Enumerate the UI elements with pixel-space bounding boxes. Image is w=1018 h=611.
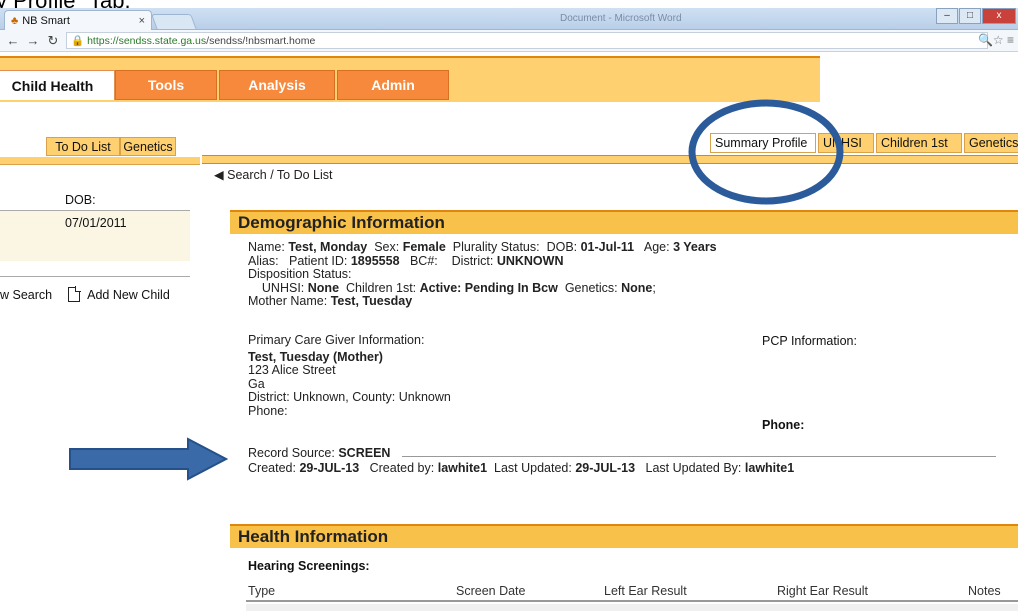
pcg-label: Primary Care Giver Information: <box>248 333 425 347</box>
pcp-label: PCP Information: <box>762 334 857 348</box>
search-link[interactable]: w Search <box>0 288 52 302</box>
genetics-value: None <box>621 280 653 295</box>
document-icon <box>68 286 82 302</box>
sex-label: Sex: <box>374 240 400 254</box>
tab-admin[interactable]: Admin <box>337 70 449 100</box>
unhsi-value: None <box>307 280 340 295</box>
genetics-label: Genetics: <box>564 280 618 295</box>
hearing-screenings-title: Hearing Screenings: <box>248 559 370 573</box>
tab-analysis[interactable]: Analysis <box>219 70 335 100</box>
age-label: Age: <box>643 240 670 254</box>
minimize-button[interactable]: – <box>936 8 958 24</box>
created-by-value: lawhite1 <box>437 460 488 475</box>
district-label: District: <box>451 253 494 268</box>
record-source-label: Record Source: <box>248 446 335 460</box>
patient-id-label: Patient ID: <box>289 253 348 268</box>
col-header-left-ear[interactable]: Left Ear Result <box>604 584 687 598</box>
mother-value: Test, Tuesday <box>330 294 413 308</box>
pcg-state: Ga <box>248 376 265 391</box>
nbsmart-favicon-icon: ♣ <box>11 14 19 27</box>
patient-actions: w Search Add New Child <box>0 286 170 302</box>
created-label: Created: <box>248 460 296 475</box>
record-block: Record Source: SCREEN Created: 29-JUL-13… <box>248 446 795 475</box>
dob-label: DOB: <box>546 240 578 254</box>
updated-value: 29-JUL-13 <box>575 460 636 475</box>
table-header-rule <box>246 600 1018 602</box>
pcg-district: District: Unknown, County: Unknown <box>248 390 451 404</box>
updated-by-value: lawhite1 <box>744 460 795 475</box>
district-value: UNKNOWN <box>496 253 564 268</box>
bc-label: BC#: <box>409 253 438 268</box>
alias-label: Alias: <box>248 253 279 268</box>
children1st-label: Children 1st: <box>345 280 417 295</box>
sex-value: Female <box>402 240 446 254</box>
subtab-to-do-list[interactable]: To Do List <box>46 137 120 156</box>
new-tab-button[interactable] <box>151 14 197 30</box>
mother-label: Mother Name: <box>248 294 328 308</box>
dob-value: 01-Jul-11 <box>580 240 635 254</box>
name-value: Test, Monday <box>288 240 368 254</box>
record-source-value: SCREEN <box>338 446 391 460</box>
forward-arrow-icon[interactable]: → <box>26 33 40 48</box>
window-controls: – □ x <box>935 8 1016 24</box>
tab-close-icon[interactable]: × <box>139 15 145 27</box>
record-divider <box>402 456 996 457</box>
pcp-phone-label: Phone: <box>762 418 805 432</box>
url-field[interactable]: 🔒 https://sendss.state.ga.us/sendss/!nbs… <box>66 32 988 49</box>
caregiver-block: Primary Care Giver Information: Test, Tu… <box>248 333 451 418</box>
tab-tools[interactable]: Tools <box>115 70 217 100</box>
demographic-header: Demographic Information <box>230 210 1018 234</box>
divider <box>0 276 190 277</box>
subtab-genetics[interactable]: Genetics <box>120 137 176 156</box>
browser-titlebar: ♣ NB Smart × Document - Microsoft Word –… <box>0 8 1018 30</box>
col-header-notes[interactable]: Notes <box>968 584 1001 598</box>
browser-tab[interactable]: ♣ NB Smart × <box>4 10 152 30</box>
updated-by-label: Last Updated By: <box>645 460 742 475</box>
address-bar: ← → ↻ 🔒 https://sendss.state.ga.us/sends… <box>0 30 1018 52</box>
lock-icon: 🔒 <box>71 35 85 47</box>
plurality-label: Plurality Status: <box>452 240 540 254</box>
back-arrow-icon[interactable]: ← <box>6 33 20 48</box>
annotation-ellipse-icon <box>688 99 844 205</box>
created-by-label: Created by: <box>369 460 435 475</box>
disposition-label: Disposition Status: <box>248 267 352 281</box>
pcg-street: 123 Alice Street <box>248 363 336 377</box>
breadcrumb-text[interactable]: Search / To Do List <box>227 168 332 182</box>
background-window-title: Document - Microsoft Word <box>560 13 682 24</box>
close-window-button[interactable]: x <box>982 8 1016 24</box>
demographic-body: Name: Test, Monday Sex: Female Plurality… <box>248 240 717 308</box>
reload-icon[interactable]: ↻ <box>46 33 60 49</box>
tab-child-health[interactable]: Child Health <box>0 70 115 100</box>
unhsi-label: UNHSI: <box>261 280 305 295</box>
patient-id-value: 1895558 <box>350 253 400 268</box>
created-value: 29-JUL-13 <box>299 460 360 475</box>
left-subtab-rule <box>0 157 200 165</box>
patient-dob-value: 07/01/2011 <box>65 216 127 230</box>
col-header-type[interactable]: Type <box>248 584 275 598</box>
add-new-child-link[interactable]: Add New Child <box>87 288 170 302</box>
maximize-button[interactable]: □ <box>959 8 981 24</box>
url-host: https://sendss.state.ga.us <box>87 34 207 47</box>
breadcrumb[interactable]: ◀ Search / To Do List <box>214 167 333 182</box>
subtab-genetics-right[interactable]: Genetics <box>964 133 1018 153</box>
children1st-value: Active: Pending In Bcw <box>419 280 558 295</box>
right-subtab-rule <box>202 155 1018 164</box>
left-subtabs: To Do List Genetics <box>0 137 200 157</box>
health-header: Health Information <box>230 524 1018 548</box>
zoom-star-icons[interactable]: 🔍☆ ≡ <box>978 33 1014 47</box>
annotation-arrow-icon <box>69 437 228 481</box>
updated-label: Last Updated: <box>494 460 572 475</box>
breadcrumb-arrow-icon: ◀ <box>214 168 224 182</box>
name-label: Name: <box>248 240 285 254</box>
pcg-name: Test, Tuesday (Mother) <box>248 349 383 364</box>
patient-dob-label: DOB: <box>65 193 96 207</box>
col-header-right-ear[interactable]: Right Ear Result <box>777 584 868 598</box>
subtab-children-1st[interactable]: Children 1st <box>876 133 962 153</box>
table-first-row-partial <box>246 604 1018 611</box>
tab-title: NB Smart <box>22 14 70 27</box>
pcg-phone-label: Phone: <box>248 403 288 418</box>
age-value: 3 Years <box>673 240 717 254</box>
url-path: /sendss/!nbsmart.home <box>206 34 316 47</box>
col-header-screen-date[interactable]: Screen Date <box>456 584 525 598</box>
